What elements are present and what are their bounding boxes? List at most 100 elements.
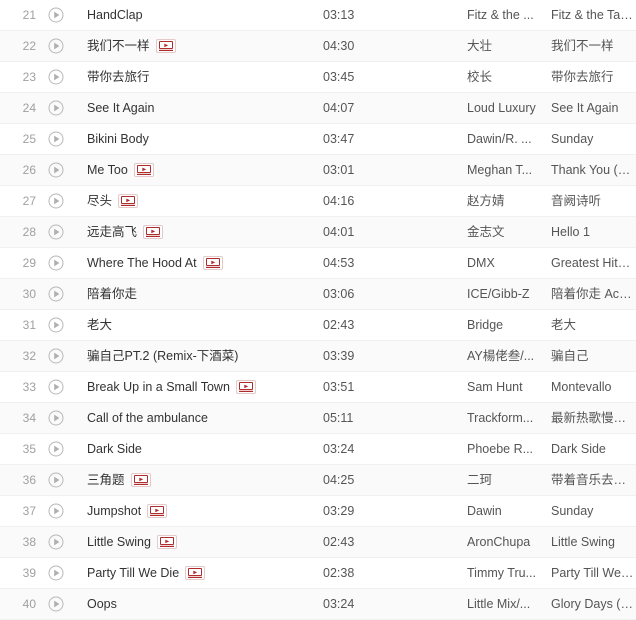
track-album[interactable]: Dark Side xyxy=(551,434,636,464)
track-album[interactable]: 陪着你走 Accomp... xyxy=(551,279,636,309)
track-title[interactable]: 远走高飞 xyxy=(87,217,137,247)
play-circle-icon[interactable] xyxy=(44,534,68,550)
track-album[interactable]: Little Swing xyxy=(551,527,636,557)
track-artist[interactable]: 二珂 xyxy=(467,465,551,495)
track-row[interactable]: 34 Call of the ambulance 05:11 Trackform...… xyxy=(0,403,636,434)
track-title[interactable]: Jumpshot xyxy=(87,496,141,526)
track-row[interactable]: 36 三角题 04:25 二珂 带着音乐去旅行 xyxy=(0,465,636,496)
track-row[interactable]: 22 我们不一样 04:30 大壮 我们不一样 xyxy=(0,31,636,62)
track-artist[interactable]: ICE/Gibb-Z xyxy=(467,279,551,309)
track-artist[interactable]: DMX xyxy=(467,248,551,278)
play-circle-icon[interactable] xyxy=(44,503,68,519)
track-artist[interactable]: Timmy Tru... xyxy=(467,558,551,588)
track-title[interactable]: Little Swing xyxy=(87,527,151,557)
track-row[interactable]: 27 尽头 04:16 赵方婧 音阙诗听 xyxy=(0,186,636,217)
track-album[interactable]: Hello 1 xyxy=(551,217,636,247)
play-circle-icon[interactable] xyxy=(44,286,68,302)
track-album[interactable]: See It Again xyxy=(551,93,636,123)
track-album[interactable]: Thank You (Deluxe) xyxy=(551,155,636,185)
track-artist[interactable]: AronChupa xyxy=(467,527,551,557)
track-title[interactable]: Where The Hood At xyxy=(87,248,197,278)
track-row[interactable]: 21 HandClap 03:13 Fitz & the ... Fitz & the … xyxy=(0,0,636,31)
track-title[interactable]: Break Up in a Small Town xyxy=(87,372,230,402)
play-circle-icon[interactable] xyxy=(44,162,68,178)
play-circle-icon[interactable] xyxy=(44,131,68,147)
play-circle-icon[interactable] xyxy=(44,379,68,395)
music-video-icon[interactable] xyxy=(143,225,164,239)
play-circle-icon[interactable] xyxy=(44,565,68,581)
music-video-icon[interactable] xyxy=(133,163,154,177)
play-circle-icon[interactable] xyxy=(44,224,68,240)
track-title[interactable]: Oops xyxy=(87,589,117,619)
track-title[interactable]: 老大 xyxy=(87,310,112,340)
track-artist[interactable]: Phoebe R... xyxy=(467,434,551,464)
track-album[interactable]: 我们不一样 xyxy=(551,31,636,61)
track-artist[interactable]: Dawin xyxy=(467,496,551,526)
track-album[interactable]: 音阙诗听 xyxy=(551,186,636,216)
track-row[interactable]: 35 Dark Side 03:24 Phoebe R... Dark Side xyxy=(0,434,636,465)
track-artist[interactable]: 大壮 xyxy=(467,31,551,61)
track-title[interactable]: Me Too xyxy=(87,155,128,185)
track-title[interactable]: 骗自己PT.2 (Remix-下酒菜) xyxy=(87,341,238,371)
music-video-icon[interactable] xyxy=(130,473,151,487)
track-album[interactable]: 老大 xyxy=(551,310,636,340)
music-video-icon[interactable] xyxy=(202,256,223,270)
track-album[interactable]: 最新热歌慢摇91 xyxy=(551,403,636,433)
music-video-icon[interactable] xyxy=(235,380,256,394)
play-circle-icon[interactable] xyxy=(44,410,68,426)
track-title[interactable]: 尽头 xyxy=(87,186,112,216)
track-artist[interactable]: Little Mix/... xyxy=(467,589,551,619)
track-title[interactable]: 我们不一样 xyxy=(87,31,150,61)
play-circle-icon[interactable] xyxy=(44,100,68,116)
track-album[interactable]: Glory Days (Delu... xyxy=(551,589,636,619)
track-album[interactable]: Montevallo xyxy=(551,372,636,402)
track-artist[interactable]: 校长 xyxy=(467,62,551,92)
track-album[interactable]: 带着音乐去旅行 xyxy=(551,465,636,495)
play-circle-icon[interactable] xyxy=(44,193,68,209)
track-artist[interactable]: 赵方婧 xyxy=(467,186,551,216)
track-artist[interactable]: Fitz & the ... xyxy=(467,0,551,30)
track-row[interactable]: 26 Me Too 03:01 Meghan T...Thank You (Delux… xyxy=(0,155,636,186)
track-title[interactable]: 陪着你走 xyxy=(87,279,137,309)
track-row[interactable]: 23 带你去旅行 03:45 校长 带你去旅行 xyxy=(0,62,636,93)
track-album[interactable]: Fitz & the Tantrums xyxy=(551,0,636,30)
track-row[interactable]: 39 Party Till We Die 02:38 Timmy Tru... Part… xyxy=(0,558,636,589)
track-artist[interactable]: Sam Hunt xyxy=(467,372,551,402)
track-artist[interactable]: Loud Luxury xyxy=(467,93,551,123)
play-circle-icon[interactable] xyxy=(44,38,68,54)
music-video-icon[interactable] xyxy=(147,504,168,518)
track-row[interactable]: 29 Where The Hood At 04:53 DMX Greatest Hits… xyxy=(0,248,636,279)
play-circle-icon[interactable] xyxy=(44,441,68,457)
track-row[interactable]: 38 Little Swing 02:43 AronChupa Little Swing xyxy=(0,527,636,558)
track-row[interactable]: 37 Jumpshot 03:29 Dawin Sunday xyxy=(0,496,636,527)
track-artist[interactable]: 金志文 xyxy=(467,217,551,247)
play-circle-icon[interactable] xyxy=(44,69,68,85)
play-circle-icon[interactable] xyxy=(44,348,68,364)
track-artist[interactable]: AY楊佬叁/... xyxy=(467,341,551,371)
track-title[interactable]: 三角题 xyxy=(87,465,125,495)
track-row[interactable]: 32 骗自己PT.2 (Remix-下酒菜) 03:39 AY楊佬叁/... 骗自己 xyxy=(0,341,636,372)
track-album[interactable]: Sunday xyxy=(551,496,636,526)
track-artist[interactable]: Trackform... xyxy=(467,403,551,433)
track-title[interactable]: See It Again xyxy=(87,93,154,123)
track-row[interactable]: 33 Break Up in a Small Town 03:51 Sam Hunt M… xyxy=(0,372,636,403)
track-row[interactable]: 30 陪着你走 03:06 ICE/Gibb-Z陪着你走 Accomp... xyxy=(0,279,636,310)
track-row[interactable]: 28 远走高飞 04:01 金志文 Hello 1 xyxy=(0,217,636,248)
track-artist[interactable]: Meghan T... xyxy=(467,155,551,185)
music-video-icon[interactable] xyxy=(155,39,176,53)
track-album[interactable]: 骗自己 xyxy=(551,341,636,371)
track-row[interactable]: 40 Oops 03:24 Little Mix/...Glory Days (Del… xyxy=(0,589,636,620)
track-title[interactable]: 带你去旅行 xyxy=(87,62,150,92)
track-row[interactable]: 25 Bikini Body 03:47 Dawin/R. ... Sunday xyxy=(0,124,636,155)
music-video-icon[interactable] xyxy=(156,535,177,549)
play-circle-icon[interactable] xyxy=(44,596,68,612)
music-video-icon[interactable] xyxy=(185,566,206,580)
music-video-icon[interactable] xyxy=(118,194,139,208)
track-title[interactable]: Dark Side xyxy=(87,434,142,464)
track-title[interactable]: Bikini Body xyxy=(87,124,149,154)
track-title[interactable]: HandClap xyxy=(87,0,143,30)
play-circle-icon[interactable] xyxy=(44,472,68,488)
track-album[interactable]: 带你去旅行 xyxy=(551,62,636,92)
track-album[interactable]: Party Till We Die xyxy=(551,558,636,588)
track-album[interactable]: Sunday xyxy=(551,124,636,154)
